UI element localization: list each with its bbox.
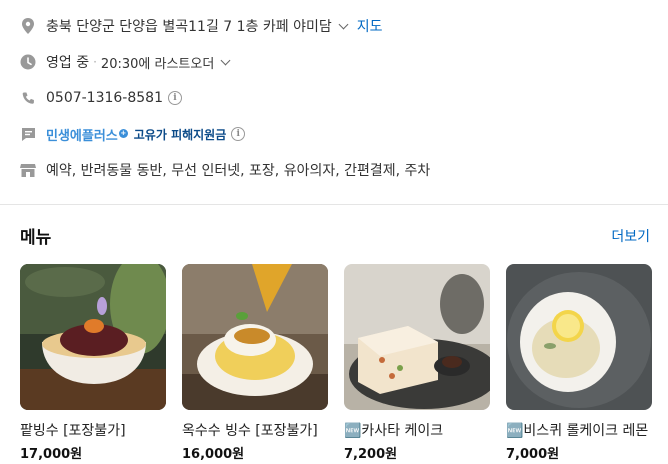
amenities-text: 예약, 반려동물 동반, 무선 인터넷, 포장, 유아의자, 간편결제, 주차: [46, 163, 431, 179]
map-link[interactable]: 지도: [357, 16, 383, 36]
business-status: 영업 중: [46, 55, 90, 71]
chevron-down-icon[interactable]: [338, 19, 349, 29]
address-text: 충북 단양군 단양읍 별곡11길 7 1층 카페 야미담: [46, 19, 332, 35]
phone-info-icon[interactable]: i: [168, 91, 182, 105]
menu-more-link[interactable]: 더보기: [611, 226, 650, 246]
menu-item-price: 7,200원: [344, 447, 398, 462]
menu-item-name: 🆕카사타 케이크: [344, 423, 444, 439]
menu-item[interactable]: 🆕비스퀴 롤케이크 레몬 7,000원: [506, 264, 652, 462]
menu-item[interactable]: 옥수수 빙수 [포장불가] 16,000원: [182, 264, 328, 462]
refund-label: 고유가 피해지원금: [133, 127, 227, 142]
menu-item-name: 🆕비스퀴 롤케이크 레몬: [506, 423, 649, 439]
amenities-row: 예약, 반려동물 동반, 무선 인터넷, 포장, 유아의자, 간편결제, 주차: [20, 152, 668, 188]
last-order-text: 20:30에 라스트오더: [100, 56, 215, 72]
hours-chevron-down-icon[interactable]: [220, 55, 231, 65]
menu-title: 메뉴: [20, 228, 52, 248]
address-row: 충북 단양군 단양읍 별곡11길 7 1층 카페 야미담 지도: [20, 8, 668, 44]
support-row: 민생에플러스 + 고유가 피해지원금 i: [20, 116, 668, 152]
minsaeng-plus-label: 민생에플러스 +: [46, 128, 128, 144]
menu-header: 메뉴 더보기: [0, 205, 668, 248]
menu-item[interactable]: 🆕카사타 케이크 7,200원: [344, 264, 490, 462]
support-info-icon[interactable]: i: [231, 127, 246, 141]
red-bean-bingsu-image[interactable]: [20, 264, 166, 410]
hours-row: 영업 중 · 20:30에 라스트오더: [20, 44, 668, 80]
menu-item-name: 옥수수 빙수 [포장불가]: [182, 423, 318, 439]
biscuit-roll-cake-image[interactable]: [506, 264, 652, 410]
menu-item-price: 7,000원: [506, 447, 560, 462]
menu-item-name: 팥빙수 [포장불가]: [20, 423, 126, 439]
place-info-list: 충북 단양군 단양읍 별곡11길 7 1층 카페 야미담 지도 영업 중 · 2…: [0, 0, 668, 188]
location-pin-icon: [20, 18, 36, 34]
plus-badge-icon: +: [118, 128, 128, 138]
phone-icon: [20, 90, 36, 106]
message-icon: [20, 126, 36, 142]
corn-bingsu-image[interactable]: [182, 264, 328, 410]
menu-item-price: 17,000원: [20, 447, 83, 462]
menu-item-price: 16,000원: [182, 447, 245, 462]
phone-row: 0507-1316-8581 i: [20, 80, 668, 116]
phone-number[interactable]: 0507-1316-8581: [46, 90, 163, 106]
store-icon: [20, 162, 36, 178]
clock-icon: [20, 54, 36, 70]
menu-item[interactable]: 팥빙수 [포장불가] 17,000원: [20, 264, 166, 462]
separator-dot: ·: [93, 55, 97, 69]
cassata-cake-image[interactable]: [344, 264, 490, 410]
menu-grid: 팥빙수 [포장불가] 17,000원 옥수수 빙수 [포장불가] 16,000원: [0, 248, 668, 462]
